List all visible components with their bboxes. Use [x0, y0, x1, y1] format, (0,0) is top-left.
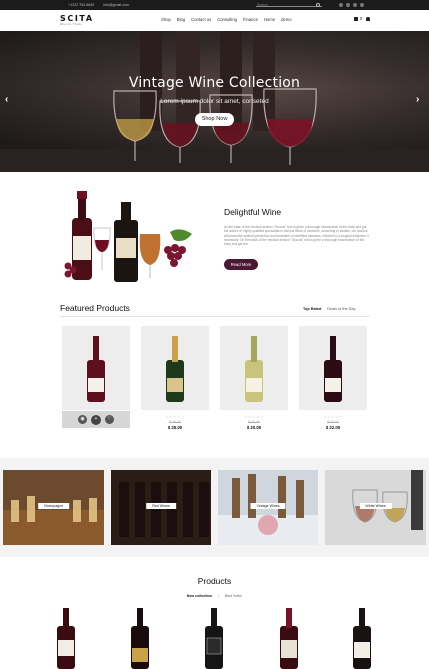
nav-demo[interactable]: demo: [281, 17, 291, 22]
tab-separator: |: [217, 594, 219, 598]
main-nav: Shop Blog Contact us Consulting Finance …: [161, 17, 292, 22]
add-to-cart-icon[interactable]: +: [91, 414, 101, 425]
divider: [60, 316, 370, 317]
product-image[interactable]: [220, 326, 288, 410]
email-text[interactable]: info@gmail.com: [103, 3, 129, 7]
products-tabs: New collection | Best Seller: [0, 594, 429, 598]
cart-area[interactable]: 0: [354, 16, 371, 21]
price: $ 25.00: [167, 425, 183, 430]
product-bottle[interactable]: [277, 608, 301, 669]
price: $ 22.00: [325, 425, 341, 430]
category-label: Champagne: [37, 503, 70, 509]
social-links: [339, 2, 364, 7]
search-icon[interactable]: [316, 2, 320, 7]
twitter-icon[interactable]: [346, 2, 350, 7]
product-card[interactable]: ☆☆☆☆☆ $ 24.00 $ 20.00: [220, 326, 288, 430]
user-icon[interactable]: [366, 16, 371, 21]
tab-deals[interactable]: Deals of the Day: [327, 307, 355, 311]
product-bottle[interactable]: [128, 608, 152, 669]
wishlist-icon[interactable]: ♡: [105, 415, 114, 424]
product-image[interactable]: [62, 326, 130, 410]
product-bottle[interactable]: [350, 608, 374, 669]
top-bar: +1222 763 8849 info@gmail.com Search: [0, 0, 429, 10]
featured-title: Featured Products: [60, 303, 130, 313]
nav-finance[interactable]: Finance: [243, 17, 258, 22]
product-card[interactable]: ☆☆☆☆☆ $ 28.00 $ 25.00: [141, 326, 209, 430]
tab-new-collection[interactable]: New collection: [187, 594, 212, 598]
rating-stars: ☆☆☆☆☆: [244, 414, 264, 419]
product-actions: ◉ + ♡: [62, 411, 130, 428]
cart-count: 0: [360, 16, 363, 21]
site-logo[interactable]: SCITA: [60, 14, 94, 23]
product-image[interactable]: [141, 326, 209, 410]
about-title: Delightful Wine: [224, 207, 282, 217]
category-label: White Wines: [359, 503, 392, 509]
featured-tabs: Top Rated Deals of the Day: [303, 307, 355, 311]
category-label: Vintage Wines: [250, 503, 286, 509]
hero-title: Vintage Wine Collection: [128, 75, 301, 91]
category-champagne[interactable]: Champagne: [3, 470, 104, 545]
contact-info: +1222 763 8849 info@gmail.com: [68, 3, 137, 7]
product-card[interactable]: ☆☆☆☆☆ $ 24.00 $ 22.00: [299, 326, 367, 430]
hero-slider: Vintage Wine Collection Lorem ipsum dolo…: [0, 31, 429, 172]
old-price: $ 28.00: [169, 420, 181, 424]
rating-stars: ☆☆☆☆☆: [323, 414, 343, 419]
tab-best-seller[interactable]: Best Seller: [225, 594, 242, 598]
slider-prev-icon[interactable]: ‹: [5, 95, 8, 105]
slider-next-icon[interactable]: ›: [416, 95, 419, 105]
about-text: As the base of the medical section "Grou…: [224, 225, 369, 247]
nav-blog[interactable]: Blog: [177, 17, 185, 22]
phone-text: +1222 763 8849: [68, 3, 95, 7]
price: $ 20.00: [246, 425, 262, 430]
category-label: Red Wines: [146, 503, 176, 509]
nav-home[interactable]: Home: [264, 17, 275, 22]
nav-consulting[interactable]: Consulting: [217, 17, 237, 22]
tab-top-rated[interactable]: Top Rated: [303, 307, 321, 311]
category-white-wines[interactable]: White Wines: [325, 470, 426, 545]
product-bottle[interactable]: [54, 608, 78, 669]
product-image[interactable]: [299, 326, 367, 410]
nav-shop[interactable]: Shop: [161, 17, 171, 22]
products-title: Products: [197, 576, 232, 586]
logo-tagline: Wine Co. Theme: [60, 23, 83, 26]
product-bottle[interactable]: [202, 608, 226, 669]
wine-bottles-image: [64, 191, 192, 282]
shop-now-button[interactable]: Shop Now: [195, 113, 234, 126]
pinterest-icon[interactable]: [360, 2, 364, 7]
quick-view-icon[interactable]: ◉: [78, 415, 87, 424]
search-input[interactable]: Search: [256, 2, 322, 7]
category-vintage-wines[interactable]: Vintage Wines: [218, 470, 318, 545]
rating-stars: ☆☆☆☆☆: [165, 414, 185, 419]
old-price: $ 24.00: [248, 420, 260, 424]
hero-subtitle: Lorem ipsum dolor sit amet, conseted: [160, 98, 269, 105]
nav-contact[interactable]: Contact us: [191, 17, 211, 22]
facebook-icon[interactable]: [339, 2, 343, 7]
old-price: $ 24.00: [327, 420, 339, 424]
read-more-button[interactable]: Read More: [224, 259, 258, 270]
cart-icon[interactable]: [354, 16, 358, 21]
product-card[interactable]: ◉ + ♡ ☆☆☆☆☆: [62, 326, 130, 428]
instagram-icon[interactable]: [353, 2, 357, 7]
category-red-wines[interactable]: Red Wines: [111, 470, 211, 545]
